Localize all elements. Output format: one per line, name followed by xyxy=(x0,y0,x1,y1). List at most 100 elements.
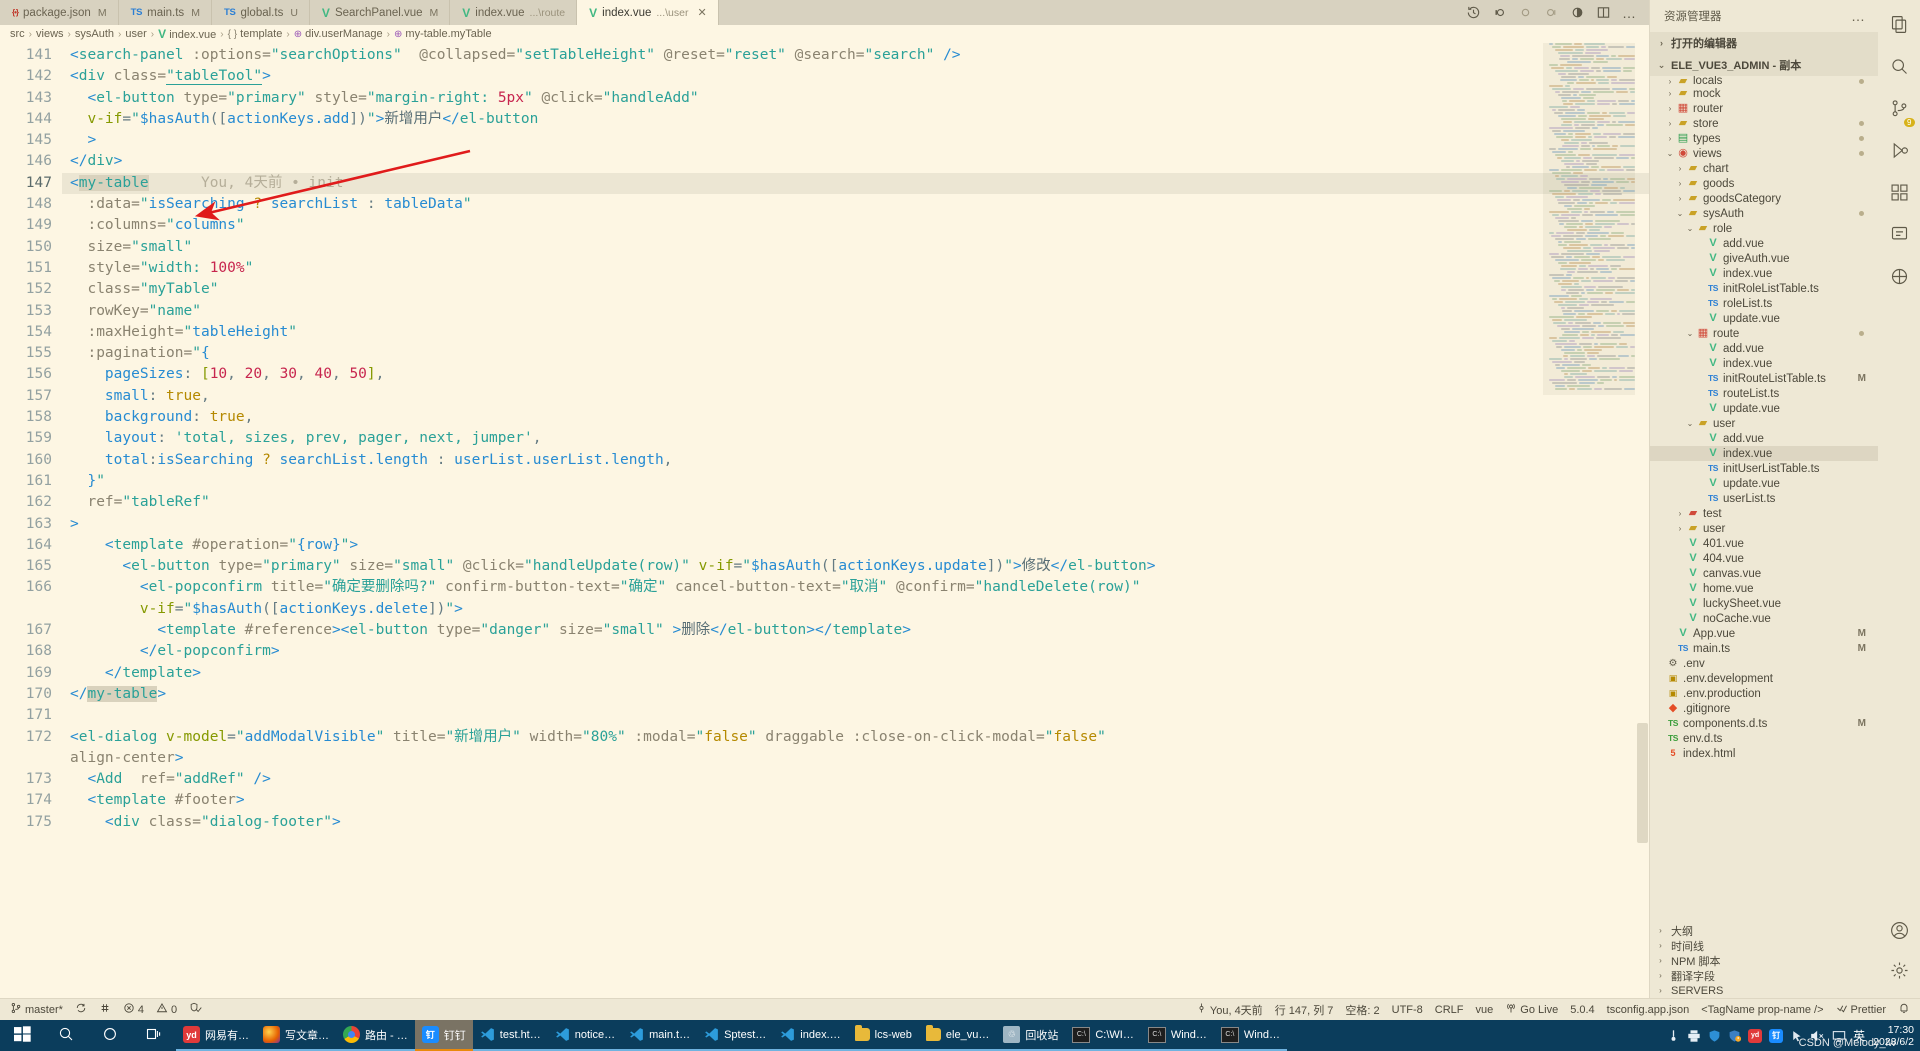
tree-file-env-d-ts[interactable]: TS env.d.ts xyxy=(1650,731,1878,746)
code-line[interactable]: :maxHeight="tableHeight" xyxy=(62,322,1649,343)
code-line[interactable]: </my-table> xyxy=(62,684,1649,705)
code-line[interactable]: </template> xyxy=(62,663,1649,684)
status-sync[interactable] xyxy=(69,999,93,1020)
code-line[interactable]: class="myTable" xyxy=(62,279,1649,300)
minimap-slider[interactable] xyxy=(1543,43,1635,395)
tree-file-add-vue[interactable]: Vadd.vue xyxy=(1650,431,1878,446)
tray-dingtalk-tray-icon[interactable]: 钉 xyxy=(1769,1028,1784,1043)
source-control-icon[interactable]: 9 xyxy=(1889,98,1915,127)
tree-file-index-vue[interactable]: Vindex.vue xyxy=(1650,446,1878,461)
chevron-right-icon[interactable]: › xyxy=(1674,524,1686,533)
tree-file-noCache-vue[interactable]: VnoCache.vue xyxy=(1650,611,1878,626)
tray-youdao-tray-icon[interactable]: yd xyxy=(1748,1028,1763,1043)
tree-file-404-vue[interactable]: V 404.vue xyxy=(1650,551,1878,566)
status-errors[interactable]: 4 xyxy=(117,999,150,1020)
status-live-share[interactable] xyxy=(93,999,117,1020)
chevron-down-icon[interactable]: ⌄ xyxy=(1674,209,1686,218)
search-icon[interactable] xyxy=(1889,56,1910,82)
code-line[interactable]: <el-dialog v-model="addModalVisible" tit… xyxy=(62,727,1649,748)
file-tree[interactable]: › ▰ locals › ▰ mock › ▦ router › ▰ store › ▤ types ⌄ ◉ vi… xyxy=(1650,76,1878,923)
status-warnings[interactable]: 0 xyxy=(150,999,183,1020)
run-prev-icon[interactable] xyxy=(1492,5,1507,20)
taskbar-app-cmd-c[interactable]: C:\ C:\WI… xyxy=(1065,1020,1141,1051)
breadcrumb-item-div-userManage[interactable]: ⊕ div.userManage xyxy=(294,28,383,40)
windows-taskbar[interactable]: yd 网易有… 写文章… 路由 - … 钉钉钉 test.ht… notice… main.t… xyxy=(0,1020,1920,1051)
code-line[interactable]: v-if="$hasAuth([actionKeys.add])">新增用户</… xyxy=(62,109,1649,130)
editor-scrollbar[interactable] xyxy=(1635,43,1649,998)
tree-file-roleList-ts[interactable]: TS roleList.ts xyxy=(1650,296,1878,311)
debug-icon[interactable] xyxy=(1570,5,1585,20)
tree-folder-goods[interactable]: › ▰ goods xyxy=(1650,176,1878,191)
editor-tab-main-ts[interactable]: TS main.ts M xyxy=(119,0,212,25)
code-line[interactable]: pageSizes: [10, 20, 30, 40, 50], xyxy=(62,364,1649,385)
taskbar-app-vscode-notice[interactable]: notice… xyxy=(547,1020,623,1051)
code-line[interactable]: style="width: 100%" xyxy=(62,258,1649,279)
editor-tab-global-ts[interactable]: TS global.ts U xyxy=(212,0,310,25)
code-line[interactable]: > xyxy=(62,130,1649,151)
tree-folder-user[interactable]: ⌄ ▰ user xyxy=(1650,416,1878,431)
testing-icon[interactable] xyxy=(1889,224,1910,250)
code-line[interactable]: </div> xyxy=(62,151,1649,172)
explorer-panel-翻译字段[interactable]: › 翻译字段 xyxy=(1650,968,1878,983)
tree-folder-router[interactable]: › ▦ router xyxy=(1650,101,1878,116)
chevron-right-icon[interactable]: › xyxy=(1664,104,1676,113)
explorer-section-打开的编辑器[interactable]: › 打开的编辑器 xyxy=(1650,32,1878,54)
breadcrumb-item-index-vue[interactable]: V index.vue xyxy=(158,28,216,41)
status-branch[interactable]: master* xyxy=(4,999,69,1020)
code-line[interactable]: <el-button type="primary" style="margin-… xyxy=(62,88,1649,109)
tree-folder-locals[interactable]: › ▰ locals xyxy=(1650,76,1878,87)
run-next-icon[interactable] xyxy=(1544,5,1559,20)
tray-security-alert-icon[interactable] xyxy=(1728,1029,1742,1043)
tree-file-initRoleListTable-ts[interactable]: TS initRoleListTable.ts xyxy=(1650,281,1878,296)
explorer-panel-SERVERS[interactable]: › SERVERS xyxy=(1650,983,1878,998)
code-line[interactable]: background: true, xyxy=(62,407,1649,428)
tree-folder-chart[interactable]: › ▰ chart xyxy=(1650,161,1878,176)
code-line[interactable]: <el-button type="primary" size="small" @… xyxy=(62,556,1649,577)
status-tsconfig[interactable]: tsconfig.app.json xyxy=(1601,999,1696,1020)
chevron-right-icon[interactable]: › xyxy=(1674,164,1686,173)
taskbar-app-cmd-wind-2[interactable]: C:\ Wind… xyxy=(1213,1020,1287,1051)
breadcrumb-item-my-table-myTable[interactable]: ⊕ my-table.myTable xyxy=(394,28,492,40)
taskbar-app-recycle-bin[interactable]: ♲ 回收站 xyxy=(996,1020,1066,1051)
explorer-panel-大纲[interactable]: › 大纲 xyxy=(1650,923,1878,938)
taskbar-app-youdao[interactable]: yd 网易有… xyxy=(176,1020,256,1051)
taskbar-app-vscode-test[interactable]: test.ht… xyxy=(472,1020,548,1051)
task-view-button[interactable] xyxy=(132,1020,176,1051)
tree-file--env[interactable]: ⚙ .env xyxy=(1650,656,1878,671)
tree-folder-test[interactable]: › ▰ test xyxy=(1650,506,1878,521)
extensions-icon[interactable] xyxy=(1889,182,1910,208)
tree-file-canvas-vue[interactable]: Vcanvas.vue xyxy=(1650,566,1878,581)
tree-folder-mock[interactable]: › ▰ mock xyxy=(1650,86,1878,101)
tree-file-App-vue[interactable]: V App.vue M xyxy=(1650,626,1878,641)
tab-close-icon[interactable]: ✕ xyxy=(698,6,707,19)
tree-folder-role[interactable]: ⌄ ▰ role xyxy=(1650,221,1878,236)
taskbar-app-vscode-sptest[interactable]: Sptest… xyxy=(697,1020,774,1051)
start-button[interactable] xyxy=(0,1020,44,1051)
cortana-button[interactable] xyxy=(88,1020,132,1051)
code-content[interactable]: <search-panel :options="searchOptions" @… xyxy=(62,43,1649,998)
status-prettier[interactable]: Prettier xyxy=(1830,999,1892,1020)
tree-file-routeList-ts[interactable]: TS routeList.ts xyxy=(1650,386,1878,401)
explorer-icon[interactable] xyxy=(1889,14,1910,40)
tree-file-index-vue[interactable]: Vindex.vue xyxy=(1650,266,1878,281)
scrollbar-thumb[interactable] xyxy=(1637,723,1648,843)
code-line[interactable]: <div class="tableTool"> xyxy=(62,66,1649,87)
chevron-down-icon[interactable]: ⌄ xyxy=(1684,419,1696,428)
tree-file-index-vue[interactable]: Vindex.vue xyxy=(1650,356,1878,371)
editor-tab-package-json[interactable]: {•} package.json M xyxy=(0,0,119,25)
code-line[interactable]: small: true, xyxy=(62,386,1649,407)
tree-folder-user[interactable]: › ▰ user xyxy=(1650,521,1878,536)
code-line[interactable]: <div class="dialog-footer"> xyxy=(62,812,1649,833)
code-line[interactable]: v-if="$hasAuth([actionKeys.delete])"> xyxy=(62,599,1649,620)
tree-file-initUserListTable-ts[interactable]: TS initUserListTable.ts xyxy=(1650,461,1878,476)
code-line[interactable]: <Add ref="addRef" /> xyxy=(62,769,1649,790)
tree-folder-types[interactable]: › ▤ types xyxy=(1650,131,1878,146)
activity-bar[interactable]: 9 xyxy=(1878,0,1920,998)
status-shield[interactable] xyxy=(183,999,208,1020)
code-line[interactable]: <el-popconfirm title="确定要删除吗?" confirm-b… xyxy=(62,577,1649,598)
tree-file--env-production[interactable]: ▣ .env.production xyxy=(1650,686,1878,701)
search-button[interactable] xyxy=(44,1020,88,1051)
taskbar-app-vscode-main[interactable]: main.t… xyxy=(622,1020,698,1051)
remote-explorer-icon[interactable] xyxy=(1889,266,1910,292)
explorer-panel-NPM-脚本[interactable]: › NPM 脚本 xyxy=(1650,953,1878,968)
